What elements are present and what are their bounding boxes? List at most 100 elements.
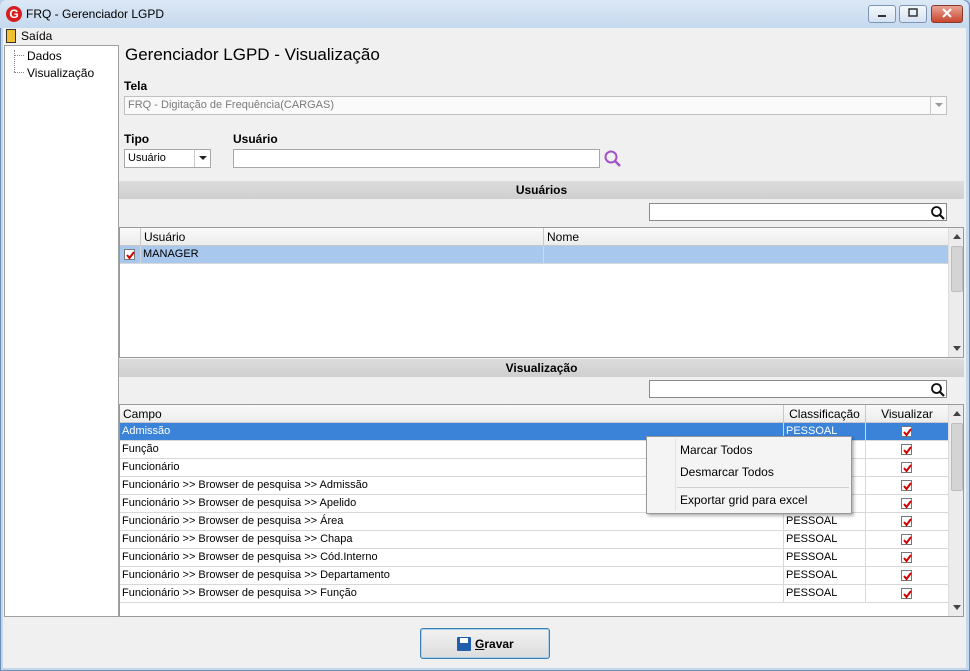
minimize-icon bbox=[878, 15, 886, 17]
visualizacao-search-input[interactable] bbox=[649, 380, 947, 398]
scroll-down-icon[interactable] bbox=[953, 605, 961, 610]
cell-classificacao: PESSOAL bbox=[784, 531, 866, 549]
checkmark-icon bbox=[903, 428, 912, 437]
tela-select[interactable]: FRQ - Digitação de Frequência(CARGAS) bbox=[124, 96, 947, 115]
usuarios-section-header: Usuários bbox=[119, 181, 964, 199]
cell-classificacao: PESSOAL bbox=[784, 549, 866, 567]
tipo-dropdown-button[interactable] bbox=[194, 150, 210, 167]
usuarios-scrollbar[interactable] bbox=[948, 228, 963, 357]
usuarios-grid-header: Usuário Nome bbox=[120, 228, 948, 246]
navigation-tree: Dados Visualização bbox=[4, 45, 119, 617]
context-menu-item-exportar-excel[interactable]: Exportar grid para excel bbox=[680, 493, 807, 507]
checkmark-icon bbox=[903, 446, 912, 455]
close-icon bbox=[942, 8, 952, 18]
row-check-cell[interactable] bbox=[120, 246, 141, 264]
usuarios-search-input[interactable] bbox=[649, 203, 947, 221]
visualizar-checkbox[interactable] bbox=[901, 462, 912, 473]
restore-icon bbox=[908, 8, 918, 17]
usuarios-check-column bbox=[120, 228, 141, 246]
cell-visualizar[interactable] bbox=[866, 585, 948, 603]
visualizacao-section-header: Visualização bbox=[119, 359, 964, 377]
context-menu-item-desmarcar-todos[interactable]: Desmarcar Todos bbox=[680, 465, 774, 479]
usuario-input[interactable] bbox=[233, 149, 600, 168]
close-button[interactable] bbox=[931, 5, 963, 23]
tipo-select[interactable]: Usuário bbox=[124, 149, 211, 168]
visualizar-checkbox[interactable] bbox=[901, 570, 912, 581]
checkmark-icon bbox=[903, 500, 912, 509]
context-menu: Marcar Todos Desmarcar Todos Exportar gr… bbox=[646, 436, 852, 514]
floppy-disk-icon bbox=[457, 637, 471, 651]
scroll-up-icon[interactable] bbox=[953, 411, 961, 416]
checkmark-icon bbox=[903, 572, 912, 581]
cell-visualizar[interactable] bbox=[866, 459, 948, 477]
page-title: Gerenciador LGPD - Visualização bbox=[125, 45, 380, 64]
cell-visualizar[interactable] bbox=[866, 513, 948, 531]
visualizar-checkbox[interactable] bbox=[901, 480, 912, 491]
save-label-rest: ravar bbox=[484, 637, 514, 651]
maximize-button[interactable] bbox=[899, 5, 927, 23]
column-header-classificacao[interactable]: Classificação bbox=[784, 405, 866, 423]
menu-bar bbox=[3, 28, 966, 45]
table-row[interactable]: Funcionário >> Browser de pesquisa >> Ár… bbox=[120, 513, 948, 531]
visualizar-checkbox[interactable] bbox=[901, 426, 912, 437]
usuario-search-icon[interactable] bbox=[603, 149, 623, 169]
cell-visualizar[interactable] bbox=[866, 531, 948, 549]
context-menu-item-marcar-todos[interactable]: Marcar Todos bbox=[680, 443, 752, 457]
table-row[interactable]: Funcionário >> Browser de pesquisa >> Fu… bbox=[120, 585, 948, 603]
tela-dropdown-button[interactable] bbox=[930, 97, 946, 114]
scroll-up-icon[interactable] bbox=[953, 234, 961, 239]
table-row[interactable]: Funcionário >> Browser de pesquisa >> De… bbox=[120, 567, 948, 585]
visualizar-checkbox[interactable] bbox=[901, 516, 912, 527]
visualizar-checkbox[interactable] bbox=[901, 534, 912, 545]
usuarios-grid: Usuário Nome MANAGER bbox=[119, 227, 964, 358]
minimize-button[interactable] bbox=[868, 5, 896, 23]
window-title: FRQ - Gerenciador LGPD bbox=[26, 7, 165, 21]
cell-campo: Funcionário >> Browser de pesquisa >> Fu… bbox=[120, 585, 784, 603]
save-button[interactable]: Gravar bbox=[420, 628, 550, 659]
scroll-thumb[interactable] bbox=[951, 423, 963, 491]
column-header-campo[interactable]: Campo bbox=[120, 405, 784, 423]
column-header-usuario[interactable]: Usuário bbox=[141, 228, 544, 246]
checkmark-icon bbox=[903, 518, 912, 527]
cell-classificacao: PESSOAL bbox=[784, 513, 866, 531]
chevron-down-icon bbox=[935, 103, 943, 107]
visualizar-checkbox[interactable] bbox=[901, 588, 912, 599]
column-header-visualizar[interactable]: Visualizar bbox=[866, 405, 948, 423]
table-row[interactable]: MANAGER bbox=[120, 246, 948, 264]
cell-usuario: MANAGER bbox=[141, 246, 544, 264]
cell-visualizar[interactable] bbox=[866, 423, 948, 441]
save-button-label: Gravar bbox=[475, 637, 514, 651]
tree-connector bbox=[14, 55, 24, 56]
cell-visualizar[interactable] bbox=[866, 495, 948, 513]
cell-campo: Funcionário >> Browser de pesquisa >> Ch… bbox=[120, 531, 784, 549]
visualizacao-scrollbar[interactable] bbox=[948, 405, 963, 616]
cell-visualizar[interactable] bbox=[866, 477, 948, 495]
visualizar-checkbox[interactable] bbox=[901, 498, 912, 509]
table-row[interactable]: Funcionário >> Browser de pesquisa >> Ch… bbox=[120, 531, 948, 549]
cell-visualizar[interactable] bbox=[866, 567, 948, 585]
row-checkbox[interactable] bbox=[124, 249, 135, 260]
save-label-mnemonic: G bbox=[475, 637, 485, 651]
scroll-thumb[interactable] bbox=[951, 246, 963, 292]
scroll-down-icon[interactable] bbox=[953, 346, 961, 351]
cell-visualizar[interactable] bbox=[866, 549, 948, 567]
cell-campo: Funcionário >> Browser de pesquisa >> De… bbox=[120, 567, 784, 585]
column-header-nome[interactable]: Nome bbox=[544, 228, 948, 246]
cell-visualizar[interactable] bbox=[866, 441, 948, 459]
context-menu-gutter bbox=[675, 439, 676, 511]
search-icon[interactable] bbox=[930, 205, 946, 221]
visualizar-checkbox[interactable] bbox=[901, 444, 912, 455]
table-row[interactable]: Funcionário >> Browser de pesquisa >> Có… bbox=[120, 549, 948, 567]
tela-value: FRQ - Digitação de Frequência(CARGAS) bbox=[128, 99, 335, 111]
checkmark-icon bbox=[903, 536, 912, 545]
title-bar: G FRQ - Gerenciador LGPD bbox=[0, 0, 968, 28]
cell-campo: Funcionário >> Browser de pesquisa >> Có… bbox=[120, 549, 784, 567]
context-menu-separator bbox=[677, 487, 849, 488]
visualizar-checkbox[interactable] bbox=[901, 552, 912, 563]
tree-item-dados[interactable]: Dados bbox=[27, 49, 62, 63]
tree-item-visualizacao[interactable]: Visualização bbox=[27, 66, 94, 80]
menu-exit[interactable]: Saída bbox=[21, 29, 52, 43]
cell-classificacao: PESSOAL bbox=[784, 567, 866, 585]
search-icon[interactable] bbox=[930, 382, 946, 398]
exit-door-icon[interactable] bbox=[6, 29, 16, 43]
